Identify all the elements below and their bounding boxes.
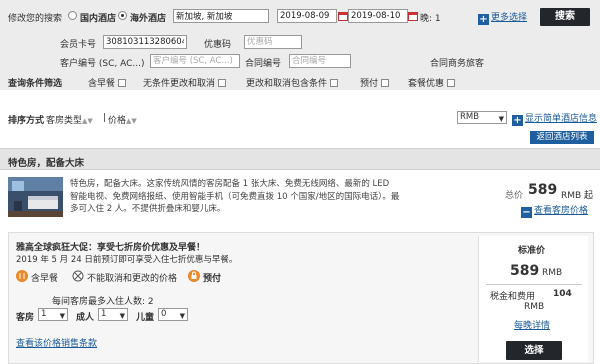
member-card-label: 会员卡号 <box>60 40 97 50</box>
room-header <box>0 148 600 170</box>
filter-package[interactable]: 套餐优惠 <box>408 76 456 89</box>
sort-price[interactable]: 价格▲▼ <box>108 113 137 126</box>
back-to-list-button[interactable]: 返回酒店列表 <box>530 131 594 144</box>
filter-label: 查询条件筛选 <box>8 79 63 89</box>
room-description: 特色房，配备大床。这家传统风情的客房配备 1 张大床、免费无线网络、最新的 LE… <box>70 179 400 214</box>
offer-price-currency: RMB <box>542 268 563 278</box>
filter-prepaid[interactable]: 预付 <box>360 76 390 89</box>
member-card-input[interactable] <box>103 35 187 49</box>
overseas-label[interactable]: 海外酒店 <box>130 11 166 24</box>
filter-conditional-cancel[interactable]: 更改和取消包含条件 <box>246 76 339 89</box>
offer-subline: 2019 年 5 月 24 日前预订即可享受入住七折优惠与早餐。 <box>16 255 238 265</box>
from-label: 总价 <box>505 191 524 201</box>
rooms-label: 客房 <box>16 313 35 323</box>
company-no-input[interactable] <box>289 54 351 68</box>
price-divider <box>486 284 582 285</box>
show-simple-link[interactable]: + 显示简单酒店信息 <box>512 111 597 126</box>
sort-room-type[interactable]: 客房类型▲▼ <box>46 113 93 126</box>
children-select[interactable]: 0 ▼ <box>158 308 188 321</box>
rooms-select[interactable]: 1 ▼ <box>38 308 68 321</box>
destination-input[interactable] <box>173 9 269 23</box>
sales-terms-link[interactable]: 查看该价格销售条款 <box>16 336 97 349</box>
room-title: 特色房，配备大床 <box>8 158 85 169</box>
nights-label: 晚: 1 <box>420 14 441 24</box>
filter-breakfast[interactable]: 含早餐 <box>88 76 127 89</box>
room-photo[interactable] <box>8 177 63 217</box>
domestic-radio[interactable] <box>68 11 77 22</box>
domestic-label[interactable]: 国内酒店 <box>80 11 116 24</box>
minus-icon: − <box>521 207 532 218</box>
no-cancel-icon <box>72 270 84 282</box>
sort-label: 排序方式 <box>8 116 45 126</box>
plus-icon: + <box>512 115 523 126</box>
sort-divider: | <box>103 113 107 123</box>
company-no-label: 合同编号 <box>245 59 282 69</box>
adults-label: 成人 <box>76 313 95 323</box>
tax-currency: RMB <box>524 302 545 312</box>
calendar-icon[interactable] <box>408 11 418 21</box>
search-button[interactable]: 搜索 <box>540 8 590 26</box>
corporate-label: 合同商务旅客 <box>430 59 485 69</box>
max-occupancy: 每间客房最多入住人数: 2 <box>52 297 154 307</box>
from-currency: RMB 起 <box>561 191 594 201</box>
modify-search-label: 修改您的搜索 <box>8 14 63 24</box>
overseas-radio[interactable] <box>118 11 127 22</box>
tax-label: 税金和费用 <box>490 292 536 302</box>
from-price: 589 <box>528 182 558 198</box>
calendar-icon[interactable] <box>338 11 348 21</box>
feature-no-cancel: 不能取消和更改的价格 <box>87 274 178 284</box>
feature-prepaid: 预付 <box>203 274 222 284</box>
tax-value: 104 <box>553 289 572 299</box>
feature-breakfast: 含早餐 <box>31 274 59 284</box>
offer-headline: 雅高全球疯狂大促：享受七折房价优惠及早餐！ <box>16 243 206 253</box>
view-rates-link[interactable]: − 查看客房价格 <box>521 203 588 218</box>
select-button[interactable]: 选择 <box>506 341 562 360</box>
offer-price: 589 <box>510 263 540 279</box>
currency-select[interactable]: RMB ▼ <box>457 111 507 124</box>
checkin-input[interactable] <box>277 9 337 23</box>
promo-label: 优惠码 <box>204 40 232 50</box>
rate-type: 标准价 <box>518 246 546 256</box>
plus-icon: + <box>478 14 489 25</box>
customer-no-input[interactable] <box>150 54 240 68</box>
nightly-details-link[interactable]: 每晚详情 <box>514 318 550 331</box>
more-options-link[interactable]: + 更多选择 <box>478 10 527 25</box>
adults-select[interactable]: 1 ▼ <box>98 308 128 321</box>
customer-no-label: 客户编号 (SC, AC...) <box>60 59 145 69</box>
checkout-input[interactable] <box>348 9 408 23</box>
promo-input[interactable] <box>244 35 302 49</box>
children-label: 儿童 <box>136 313 155 323</box>
filter-free-cancel[interactable]: 无条件更改和取消 <box>143 76 227 89</box>
breakfast-icon <box>16 270 28 282</box>
prepaid-lock-icon <box>188 270 200 282</box>
